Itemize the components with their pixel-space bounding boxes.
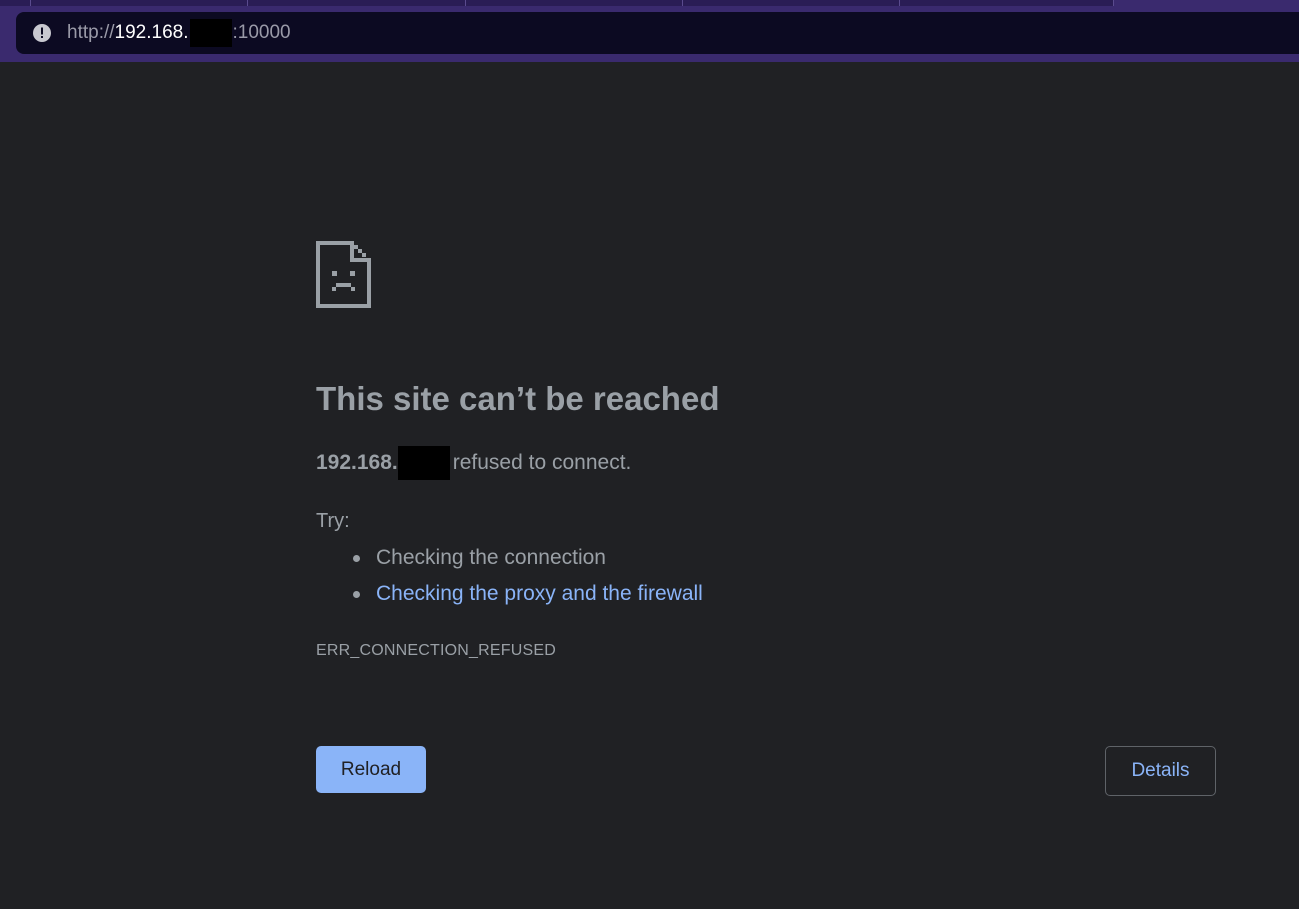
details-button[interactable]: Details — [1105, 746, 1216, 796]
url-scheme: http:// — [67, 22, 115, 43]
tab[interactable] — [466, 0, 683, 6]
url-host: 192.168. — [114, 22, 189, 43]
browser-toolbar: http:// 192.168. :10000 — [0, 0, 1299, 62]
reload-button[interactable]: Reload — [316, 746, 426, 793]
tab[interactable] — [0, 0, 31, 6]
redacted-block — [397, 446, 450, 480]
list-item: Checking the connection — [316, 543, 703, 579]
bullet-icon — [353, 591, 360, 598]
error-host: 192.168. — [316, 451, 398, 474]
suggestion-text: Checking the connection — [376, 546, 606, 569]
tab-strip — [0, 0, 1299, 6]
url-port: :10000 — [232, 22, 291, 43]
tab[interactable] — [900, 0, 1114, 6]
info-icon[interactable] — [32, 23, 52, 43]
error-summary: 192.168. refused to connect. — [316, 446, 631, 480]
address-url[interactable]: http:// 192.168. :10000 — [67, 19, 291, 47]
address-bar[interactable]: http:// 192.168. :10000 — [16, 12, 1299, 54]
sad-file-icon — [316, 241, 371, 308]
tab[interactable] — [683, 0, 900, 6]
redacted-block — [189, 19, 232, 47]
list-item: Checking the proxy and the firewall — [316, 579, 703, 615]
error-message: refused to connect. — [452, 451, 632, 474]
try-label: Try: — [316, 510, 350, 532]
tab[interactable] — [31, 0, 248, 6]
proxy-firewall-link[interactable]: Checking the proxy and the firewall — [376, 582, 703, 605]
tab[interactable] — [248, 0, 466, 6]
suggestions-list: Checking the connection Checking the pro… — [316, 543, 703, 615]
error-code: ERR_CONNECTION_REFUSED — [316, 642, 556, 659]
bullet-icon — [353, 555, 360, 562]
page-title: This site can’t be reached — [316, 380, 720, 417]
